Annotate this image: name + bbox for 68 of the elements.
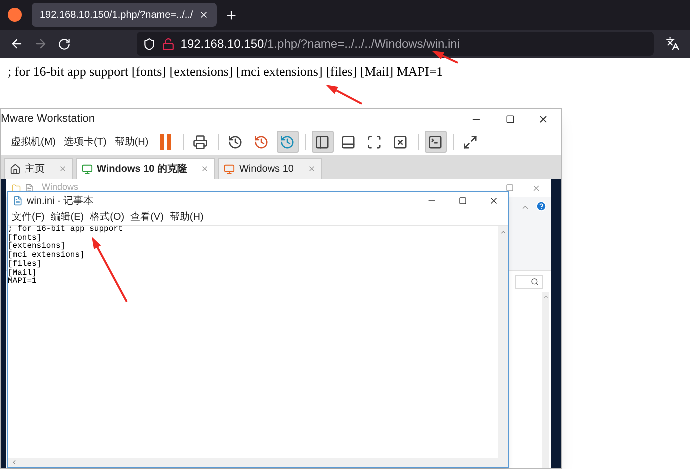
tab-label: Windows 10	[239, 162, 294, 176]
browser-logo-icon	[8, 8, 22, 22]
text-line: ; for 16-bit app support	[8, 226, 124, 234]
notepad-icon	[13, 196, 23, 206]
sidebar-icon	[315, 134, 330, 150]
menu-item[interactable]: 选项卡(T)	[62, 134, 109, 150]
translate-icon[interactable]	[666, 37, 680, 51]
url-text: 192.168.10.150/1.php/?name=../../../Windows/win.ini	[180, 36, 460, 53]
stretch-icon	[463, 134, 478, 150]
menu-item[interactable]: 编辑(E)	[50, 210, 84, 225]
scroll-up-icon[interactable]	[500, 229, 506, 236]
tab-title: 192.168.10.150/1.php/?name=../../	[40, 8, 194, 22]
address-bar[interactable]: 192.168.10.150/1.php/?name=../../../Windows/win.ini	[136, 32, 654, 56]
vm-tab[interactable]: Windows 10 的克隆	[76, 158, 216, 179]
menu-item[interactable]: 帮助(H)	[170, 210, 204, 225]
home-icon	[10, 164, 21, 174]
maximize-icon[interactable]	[506, 114, 515, 124]
text-line: [extensions]	[8, 243, 66, 252]
maximize-icon[interactable]	[459, 197, 467, 205]
toolbar-button[interactable]	[312, 131, 334, 153]
arrow-annotation	[326, 85, 362, 105]
close-icon[interactable]	[199, 10, 210, 20]
clock-revert-icon	[254, 134, 270, 150]
fullscreen-icon	[367, 134, 382, 150]
text-line: [fonts]	[8, 234, 42, 243]
close-icon[interactable]	[538, 114, 549, 124]
text-line: [Mail]	[8, 270, 38, 278]
forward-icon[interactable]	[34, 37, 48, 51]
menu-item[interactable]: 格式(O)	[90, 210, 125, 225]
help-icon[interactable]	[536, 201, 547, 212]
insecure-lock-icon	[162, 38, 175, 50]
text-line: MAPI=1	[8, 278, 38, 287]
arrow-annotation	[432, 51, 458, 64]
browser-tab[interactable]: 192.168.10.150/1.php/?name=../../	[32, 3, 218, 27]
window-title: win.ini - 记事本	[27, 194, 95, 208]
vm-running-icon	[82, 164, 93, 174]
text-line: [files]	[8, 260, 43, 269]
search-icon	[531, 278, 539, 286]
tab-label: Windows 10 的克隆	[97, 162, 188, 176]
window-title: Mware Workstation	[1, 112, 96, 127]
page-text: ; for 16-bit app support [fonts] [extensions] [mci extensions] [files] [Mail] MAPI=1	[8, 63, 444, 81]
thumbnail-bar-icon	[341, 134, 356, 150]
shield-icon	[142, 38, 156, 50]
clock-icon	[228, 134, 244, 150]
vm-tab[interactable]: Windows 10	[218, 158, 322, 179]
vm-paused-icon	[224, 164, 236, 174]
tab-label: 主页	[25, 162, 45, 176]
text-area[interactable]: ; for 16-bit app support [fonts] [extensions] [mci extensions] [files] [Mail] MAPI=1	[8, 226, 498, 458]
terminal-icon	[428, 134, 444, 150]
close-icon[interactable]	[489, 196, 499, 206]
text-line: [mci extensions]	[8, 252, 86, 260]
reload-icon[interactable]	[58, 38, 71, 50]
menu-item[interactable]: 查看(V)	[130, 210, 164, 225]
document-icon	[25, 184, 34, 192]
window-title: Windows	[42, 181, 79, 194]
clock-manager-icon	[280, 134, 296, 150]
scroll-left-icon[interactable]	[11, 459, 18, 466]
chevron-up-icon[interactable]	[521, 203, 530, 212]
back-icon[interactable]	[10, 37, 24, 51]
menu-item[interactable]: 帮助(H)	[112, 134, 151, 150]
toolbar-button[interactable]	[424, 131, 447, 153]
vm-tab[interactable]: 主页	[4, 158, 73, 179]
menu-item[interactable]: 文件(F)	[12, 210, 45, 225]
arrow-annotation	[92, 237, 128, 302]
new-tab-icon[interactable]	[225, 8, 238, 22]
pause-icon	[160, 134, 172, 150]
search-field[interactable]	[515, 275, 543, 289]
menu-item[interactable]: 虚拟机(M)	[9, 134, 58, 150]
